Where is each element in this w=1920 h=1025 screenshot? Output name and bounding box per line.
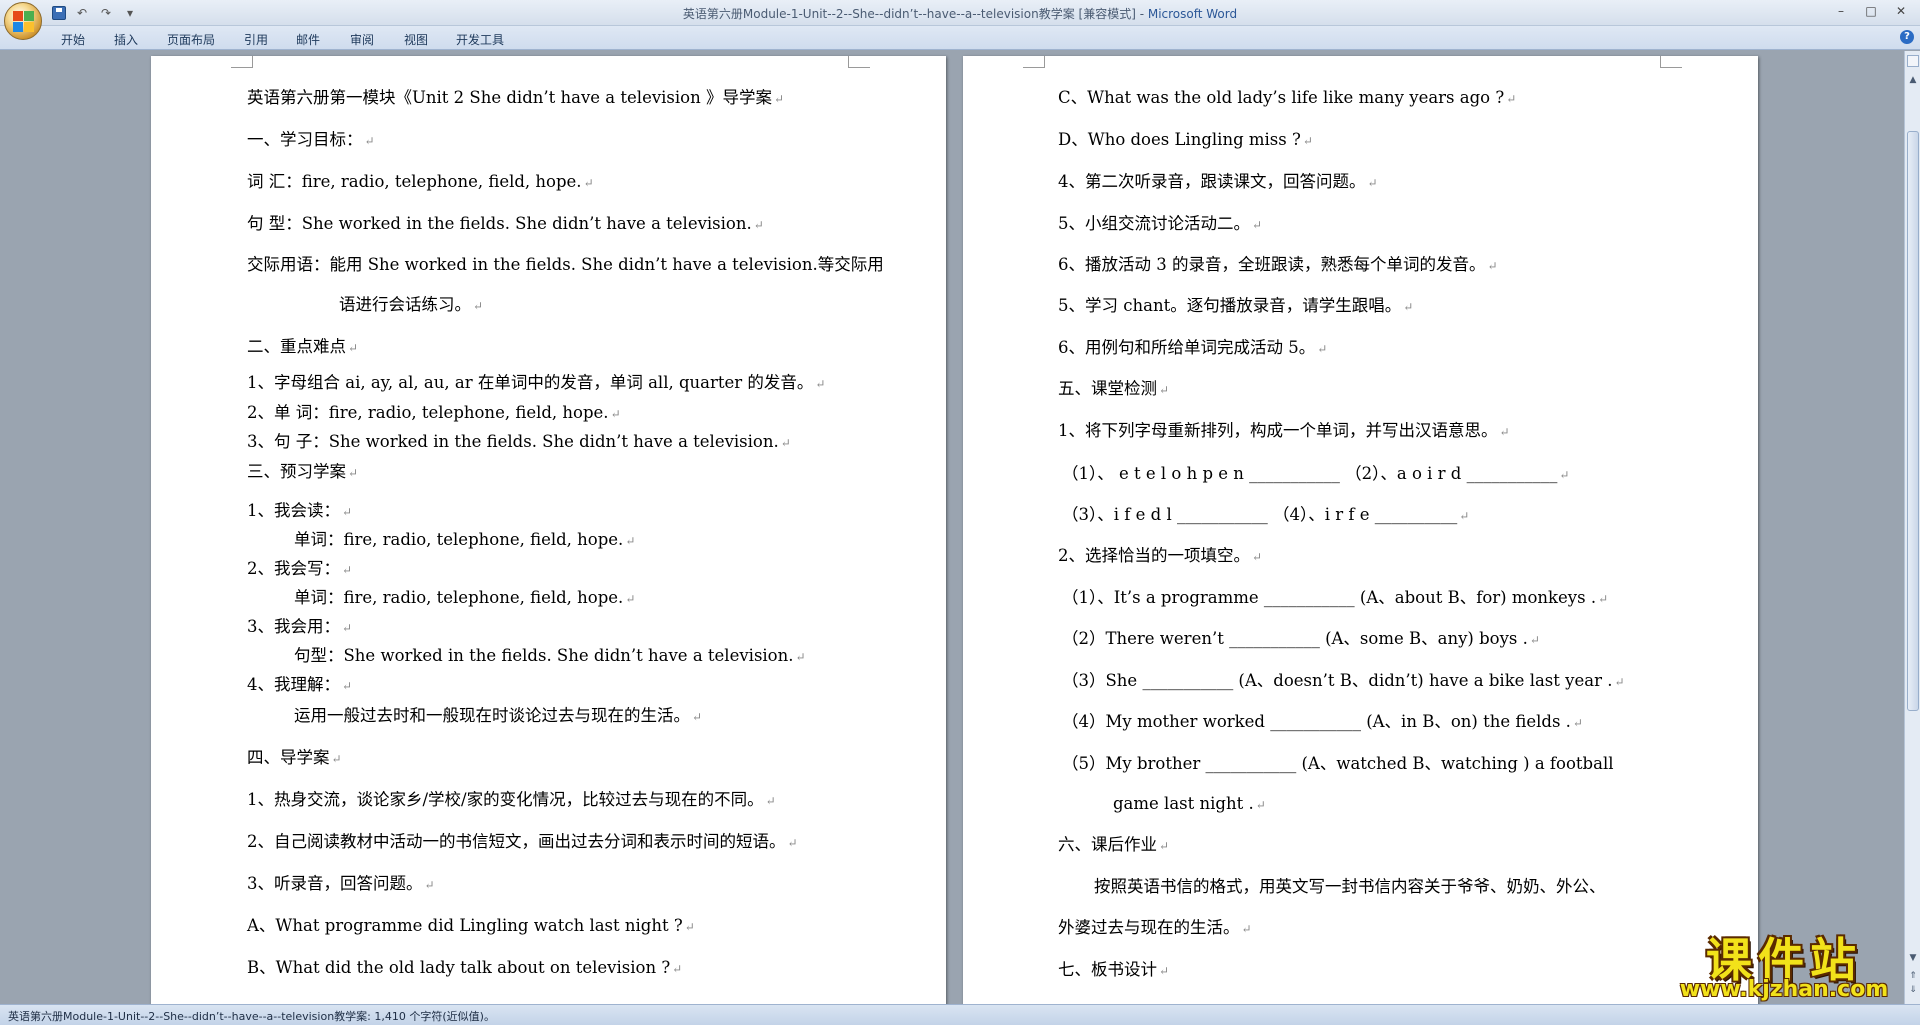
exercise-line: （3）、i f e d l ___________ （4）、i r f e __… <box>1062 505 1470 524</box>
doc-line: D、Who does Lingling miss ? ↵ <box>1058 130 1313 149</box>
document-title: 英语第六册Module-1-Unit--2--She--didn’t--have… <box>682 7 1148 21</box>
doc-line: A、What programme did Lingling watch last… <box>247 916 695 935</box>
vertical-scrollbar[interactable]: ▲ ▼ ⇑ ⇓ <box>1904 51 1920 1004</box>
doc-line: 2、选择恰当的一项填空。 ↵ <box>1058 546 1263 565</box>
tab-view[interactable]: 视图 <box>404 31 428 48</box>
doc-line: 按照英语书信的格式，用英文写一封书信内容关于爷爷、奶奶、外公、 <box>1094 877 1606 896</box>
status-bar: 英语第六册Module-1-Unit--2--She--didn’t--have… <box>0 1004 1920 1025</box>
doc-line: 2、自己阅读教材中活动一的书信短文，画出过去分词和表示时间的短语。 ↵ <box>247 832 798 851</box>
previous-page-icon[interactable]: ⇑ <box>1907 969 1919 983</box>
tab-page-layout[interactable]: 页面布局 <box>167 31 215 48</box>
window-title: 英语第六册Module-1-Unit--2--She--didn’t--have… <box>0 5 1920 22</box>
doc-line: 4、第二次听录音，跟读课文，回答问题。 ↵ <box>1058 172 1378 191</box>
section-heading: 二、重点难点 ↵ <box>247 337 359 356</box>
window-controls: – □ ✕ <box>1828 2 1914 20</box>
doc-line: 词 汇：fire, radio, telephone, field, hope.… <box>247 172 594 191</box>
doc-line: 2、单 词：fire, radio, telephone, field, hop… <box>247 403 621 422</box>
doc-line: 4、我理解： ↵ <box>247 675 353 694</box>
exercise-line: game last night . ↵ <box>1113 794 1266 813</box>
exercise-line: （1）、 e t e l o h p e n ___________ （2）、a… <box>1062 464 1570 483</box>
exercise-line: （2）There weren’t ___________ (A、some B、a… <box>1062 629 1540 648</box>
doc-line: B、What did the old lady talk about on te… <box>247 958 683 977</box>
section-heading: 六、课后作业 ↵ <box>1058 835 1170 854</box>
scroll-thumb[interactable] <box>1907 131 1919 711</box>
doc-line: 运用一般过去时和一般现在时谈论过去与现在的生活。 ↵ <box>294 706 703 725</box>
tab-developer[interactable]: 开发工具 <box>456 31 504 48</box>
ribbon-tabs: 开始 插入 页面布局 引用 邮件 审阅 视图 开发工具 ? <box>0 26 1920 50</box>
doc-line: 3、句 子：She worked in the fields. She didn… <box>247 432 791 451</box>
doc-line: 1、我会读： ↵ <box>247 501 353 520</box>
watermark-logo: 课件站 www.kjzhan.com <box>1668 924 1900 1004</box>
doc-line: C、What was the old lady’s life like many… <box>1058 88 1517 107</box>
doc-line: 句型：She worked in the fields. She didn’t … <box>294 646 806 665</box>
title-bar: ↶ ↷ ▾ 英语第六册Module-1-Unit--2--She--didn’t… <box>0 0 1920 40</box>
section-heading: 三、预习学案 ↵ <box>247 462 359 481</box>
doc-line: 1、字母组合 ai, ay, al, au, ar 在单词中的发音，单词 all… <box>247 373 826 392</box>
doc-line: 外婆过去与现在的生活。 ↵ <box>1058 918 1252 937</box>
maximize-button[interactable]: □ <box>1858 2 1884 20</box>
doc-line: 5、学习 chant。逐句播放录音，请学生跟唱。 ↵ <box>1058 296 1414 315</box>
crop-mark <box>848 56 870 68</box>
doc-line: 3、听录音，回答问题。 ↵ <box>247 874 435 893</box>
office-logo-icon <box>13 11 34 32</box>
view-ruler-button[interactable] <box>1907 55 1919 67</box>
doc-line: 2、我会写： ↵ <box>247 559 353 578</box>
crop-mark <box>1023 56 1045 68</box>
section-heading: 五、课堂检测 ↵ <box>1058 379 1170 398</box>
minimize-button[interactable]: – <box>1828 2 1854 20</box>
doc-line: 1、热身交流，谈论家乡/学校/家的变化情况，比较过去与现在的不同。 ↵ <box>247 790 776 809</box>
crop-mark <box>231 56 253 68</box>
doc-line: 6、用例句和所给单词完成活动 5。 ↵ <box>1058 338 1328 357</box>
next-page-icon[interactable]: ⇓ <box>1907 983 1919 997</box>
doc-line: 6、播放活动 3 的录音，全班跟读，熟悉每个单词的发音。 ↵ <box>1058 255 1498 274</box>
exercise-line: （1）、It’s a programme ___________ (A、abou… <box>1062 588 1609 607</box>
doc-line: 3、我会用： ↵ <box>247 617 353 636</box>
tab-mailings[interactable]: 邮件 <box>296 31 320 48</box>
document-page-right[interactable]: C、What was the old lady’s life like many… <box>963 56 1758 1004</box>
section-heading: 一、学习目标： ↵ <box>247 130 375 149</box>
scroll-down-icon[interactable]: ▼ <box>1907 951 1919 965</box>
tab-review[interactable]: 审阅 <box>350 31 374 48</box>
status-text: 英语第六册Module-1-Unit--2--She--didn’t--have… <box>8 1010 495 1023</box>
tab-insert[interactable]: 插入 <box>114 31 138 48</box>
doc-line: 交际用语：能用 She worked in the fields. She di… <box>247 255 884 274</box>
document-page-left[interactable]: 英语第六册第一模块《Unit 2 She didn’t have a telev… <box>151 56 946 1004</box>
office-button[interactable] <box>4 2 42 40</box>
doc-line: 句 型：She worked in the fields. She didn’t… <box>247 214 764 233</box>
watermark-url: www.kjzhan.com <box>1679 977 1889 1002</box>
crop-mark <box>1660 56 1682 68</box>
help-icon[interactable]: ? <box>1900 30 1914 44</box>
section-heading: 四、导学案 ↵ <box>247 748 342 767</box>
scroll-up-icon[interactable]: ▲ <box>1907 73 1919 87</box>
doc-line: 5、小组交流讨论活动二。 ↵ <box>1058 214 1263 233</box>
doc-title: 英语第六册第一模块《Unit 2 She didn’t have a telev… <box>247 88 785 107</box>
tab-references[interactable]: 引用 <box>244 31 268 48</box>
tab-home[interactable]: 开始 <box>61 31 85 48</box>
exercise-line: （5）My brother ___________ (A、watched B、w… <box>1062 754 1614 773</box>
exercise-line: （3）She ___________ (A、doesn’t B、didn’t) … <box>1062 671 1625 690</box>
doc-line: 1、将下列字母重新排列，构成一个单词，并写出汉语意思。 ↵ <box>1058 421 1510 440</box>
close-button[interactable]: ✕ <box>1888 2 1914 20</box>
section-heading: 七、板书设计 ↵ <box>1058 960 1170 979</box>
doc-line: 单词：fire, radio, telephone, field, hope. ↵ <box>294 588 636 607</box>
exercise-line: （4）My mother worked ___________ (A、in B、… <box>1062 712 1583 731</box>
doc-line: 语进行会话练习。 ↵ <box>339 295 484 314</box>
app-name: Microsoft Word <box>1147 7 1238 21</box>
document-workspace: 英语第六册第一模块《Unit 2 She didn’t have a telev… <box>0 51 1904 1004</box>
doc-line: 单词：fire, radio, telephone, field, hope. ↵ <box>294 530 636 549</box>
